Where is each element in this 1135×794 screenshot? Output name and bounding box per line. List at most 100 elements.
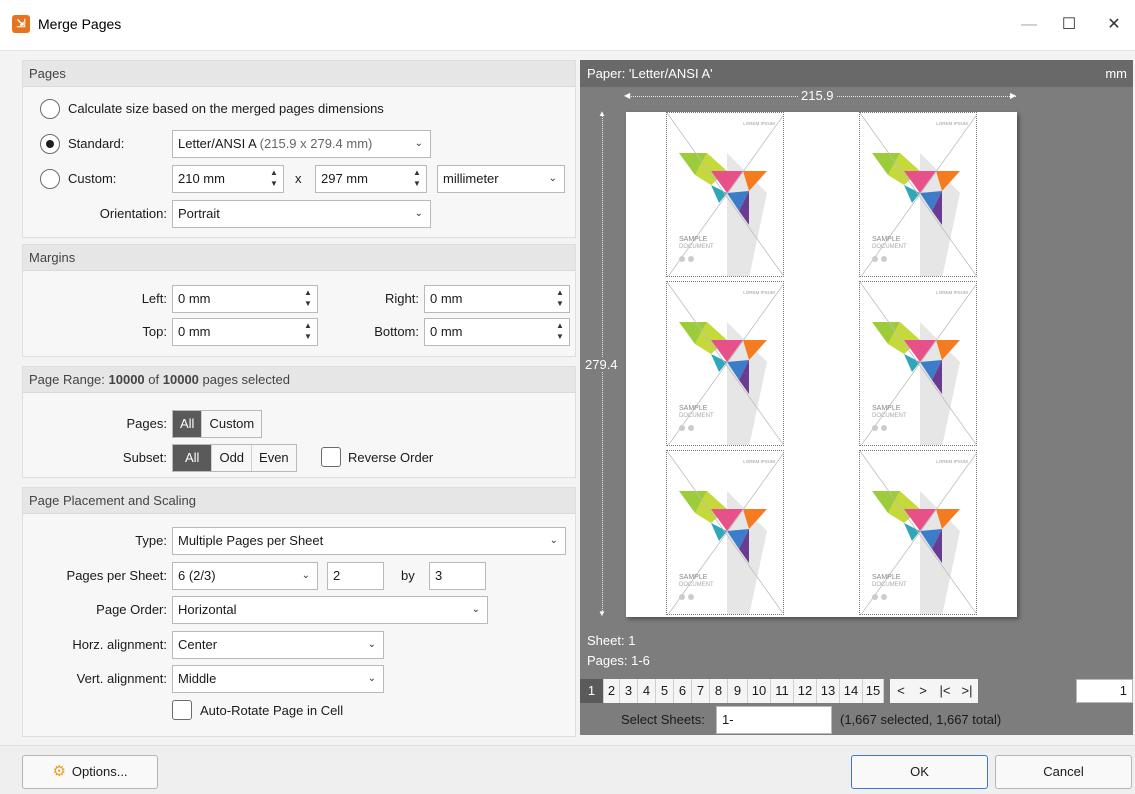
maximize-button[interactable]: ☐	[1049, 10, 1089, 40]
unit-dropdown[interactable]: millimeter ⌄	[437, 165, 565, 193]
sheet-page-input[interactable]: 1	[1076, 679, 1133, 703]
subset-odd-button[interactable]: Odd	[212, 445, 253, 471]
custom-label: Custom:	[68, 171, 117, 186]
standard-radio[interactable]	[40, 134, 60, 154]
margins-group-header: Margins	[23, 245, 575, 271]
sheet-prev-button[interactable]: <	[890, 679, 912, 703]
sheet-page-12[interactable]: 12	[794, 679, 817, 703]
placement-group-header: Page Placement and Scaling	[23, 488, 575, 514]
auto-rotate-checkbox[interactable]	[172, 700, 192, 720]
ok-button[interactable]: OK	[851, 755, 988, 789]
options-button[interactable]: ⚙ Options...	[22, 755, 158, 789]
pages-per-sheet-value: 6 (2/3)	[178, 568, 216, 583]
minimize-button[interactable]: —	[1009, 10, 1049, 40]
sheet-page-11[interactable]: 11	[771, 679, 794, 703]
sheet-page-13[interactable]: 13	[817, 679, 840, 703]
spinner-arrows-icon[interactable]: ▲ ▼	[269, 167, 279, 189]
thumb-title: SAMPLE	[679, 574, 708, 581]
bottom-margin-value: 0 mm	[430, 324, 463, 339]
pages-all-button[interactable]: All	[173, 411, 203, 437]
sheet-first-button[interactable]: |<	[934, 679, 956, 703]
left-margin-value: 0 mm	[178, 291, 211, 306]
standard-label: Standard:	[68, 136, 125, 151]
pages-group-header: Pages	[23, 61, 575, 87]
sheet-page-1[interactable]: 1	[580, 679, 604, 703]
sheet-page-6[interactable]: 6	[674, 679, 692, 703]
columns-input[interactable]: 2	[327, 562, 384, 590]
gears-icon: ⚙	[52, 763, 66, 780]
left-margin-spinner[interactable]: 0 mm ▲ ▼	[172, 285, 318, 313]
size-separator: x	[295, 171, 302, 186]
bottom-margin-spinner[interactable]: 0 mm ▲ ▼	[424, 318, 570, 346]
paper-height: 279.4	[582, 357, 621, 372]
title-bar: ⇲ Merge Pages — ☐ ✕	[0, 0, 1135, 50]
sheet-page-9[interactable]: 9	[728, 679, 748, 703]
thumb-heading: LOREM IPSUM	[743, 459, 775, 464]
page-thumbnail: LOREM IPSUM SAMPLE DOCUMENT	[859, 281, 977, 446]
pages-per-sheet-label: Pages per Sheet:	[66, 568, 167, 583]
dialog-body: Pages Calculate size based on the merged…	[0, 50, 1135, 794]
calc-size-radio[interactable]	[40, 99, 60, 119]
placement-group: Page Placement and Scaling Type: Multipl…	[22, 487, 576, 737]
custom-height-spinner[interactable]: 297 mm ▲ ▼	[315, 165, 427, 193]
orientation-dropdown[interactable]: Portrait ⌄	[172, 200, 431, 228]
spinner-arrows-icon[interactable]: ▲ ▼	[303, 320, 313, 342]
cancel-button[interactable]: Cancel	[995, 755, 1132, 789]
sheet-page-3[interactable]: 3	[620, 679, 638, 703]
subset-label: Subset:	[122, 450, 167, 465]
chevron-down-icon: ⌄	[414, 138, 423, 149]
close-button[interactable]: ✕	[1094, 10, 1134, 40]
standard-size-value: Letter/ANSI A	[178, 136, 257, 151]
custom-radio[interactable]	[40, 169, 60, 189]
sheet-page-7[interactable]: 7	[692, 679, 710, 703]
page-order-dropdown[interactable]: Horizontal ⌄	[172, 596, 488, 624]
right-margin-spinner[interactable]: 0 mm ▲ ▼	[424, 285, 570, 313]
page-thumbnail: LOREM IPSUM SAMPLE DOCUMENT	[859, 112, 977, 277]
placement-type-value: Multiple Pages per Sheet	[178, 533, 324, 548]
subset-all-button[interactable]: All	[173, 445, 213, 471]
sheet-next-button[interactable]: >	[912, 679, 934, 703]
thumb-dot	[688, 425, 694, 431]
spinner-arrows-icon[interactable]: ▲ ▼	[555, 320, 565, 342]
custom-width-spinner[interactable]: 210 mm ▲ ▼	[172, 165, 284, 193]
page-thumbnail: LOREM IPSUM SAMPLE DOCUMENT	[666, 450, 784, 615]
select-sheets-input[interactable]: 1-	[716, 706, 832, 734]
sheet-page-2[interactable]: 2	[604, 679, 620, 703]
thumb-subtitle: DOCUMENT	[872, 582, 907, 588]
spinner-arrows-icon[interactable]: ▲ ▼	[412, 167, 422, 189]
vert-alignment-dropdown[interactable]: Middle ⌄	[172, 665, 384, 693]
sheet-page-14[interactable]: 14	[840, 679, 863, 703]
thumb-heading: LOREM IPSUM	[936, 459, 968, 464]
margins-group: Margins Left: 0 mm ▲ ▼ Right: 0 mm ▲ ▼ Top…	[22, 244, 576, 357]
options-label: Options...	[71, 764, 128, 779]
top-margin-spinner[interactable]: 0 mm ▲ ▼	[172, 318, 318, 346]
page-range-header: Page Range: 10000 of 10000 pages selecte…	[23, 367, 575, 393]
thumb-heading: LOREM IPSUM	[743, 290, 775, 295]
page-thumbnail: LOREM IPSUM SAMPLE DOCUMENT	[666, 112, 784, 277]
pages-custom-button[interactable]: Custom	[202, 411, 261, 437]
sheet-page-15[interactable]: 15	[863, 679, 884, 703]
thumb-subtitle: DOCUMENT	[679, 413, 714, 419]
horz-alignment-dropdown[interactable]: Center ⌄	[172, 631, 384, 659]
sheet-page-10[interactable]: 10	[748, 679, 771, 703]
custom-height-value: 297 mm	[321, 171, 368, 186]
reverse-order-checkbox[interactable]	[321, 447, 341, 467]
pages-per-sheet-dropdown[interactable]: 6 (2/3) ⌄	[172, 562, 318, 590]
thumb-dot	[872, 594, 878, 600]
rows-input[interactable]: 3	[429, 562, 486, 590]
sheet-pager: 1 2 3 4 5 6 7 8 9 10 11 12 13 14 15 < > |< >| 1	[580, 679, 1133, 703]
bottom-margin-label: Bottom:	[374, 324, 419, 339]
spinner-arrows-icon[interactable]: ▲ ▼	[303, 287, 313, 309]
spinner-arrows-icon[interactable]: ▲ ▼	[555, 287, 565, 309]
orientation-label: Orientation:	[99, 206, 167, 221]
chevron-down-icon: ⌄	[414, 208, 423, 219]
thumb-subtitle: DOCUMENT	[872, 413, 907, 419]
sheet-page-4[interactable]: 4	[638, 679, 656, 703]
sheet-last-button[interactable]: >|	[956, 679, 978, 703]
subset-even-button[interactable]: Even	[252, 445, 296, 471]
sheet-page-8[interactable]: 8	[710, 679, 728, 703]
rows-value: 3	[435, 568, 443, 583]
standard-size-dropdown[interactable]: Letter/ANSI A (215.9 x 279.4 mm) ⌄	[172, 130, 431, 158]
placement-type-dropdown[interactable]: Multiple Pages per Sheet ⌄	[172, 527, 566, 555]
sheet-page-5[interactable]: 5	[656, 679, 674, 703]
